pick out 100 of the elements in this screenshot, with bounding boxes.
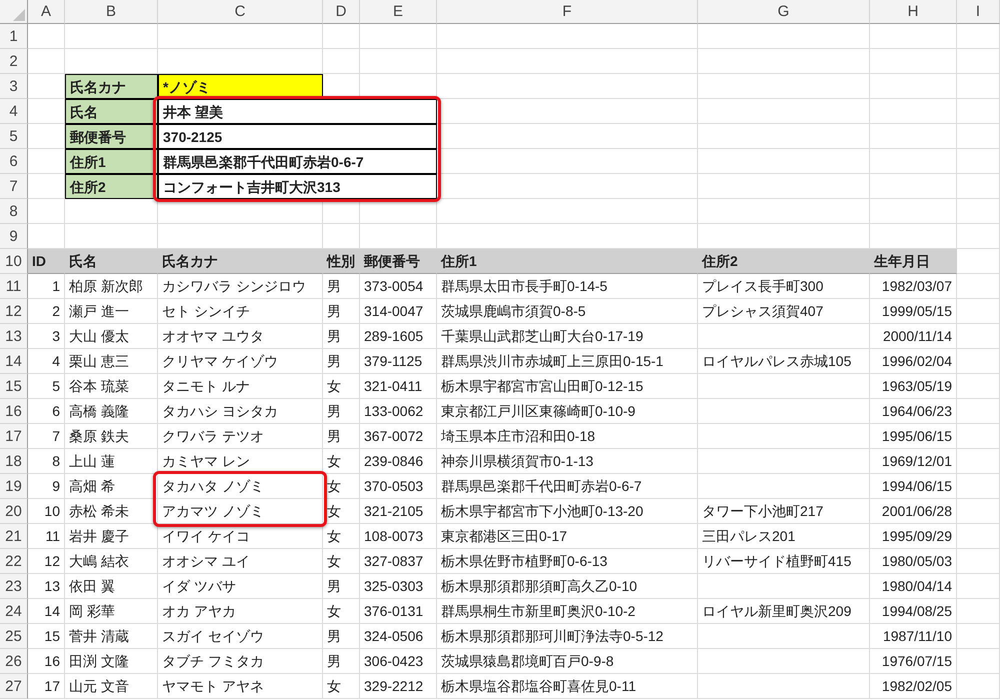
empty-cell[interactable] xyxy=(957,599,1000,624)
table-cell[interactable]: 321-0411 xyxy=(360,374,437,399)
empty-cell[interactable] xyxy=(437,74,698,99)
table-cell[interactable]: 133-0062 xyxy=(360,399,437,424)
row-header[interactable]: 16 xyxy=(0,399,28,424)
table-cell[interactable]: 1964/06/23 xyxy=(870,399,957,424)
table-cell[interactable]: 327-0837 xyxy=(360,549,437,574)
empty-cell[interactable] xyxy=(957,674,1000,699)
row-header[interactable]: 11 xyxy=(0,274,28,299)
table-cell[interactable]: 男 xyxy=(323,624,360,649)
empty-cell[interactable] xyxy=(437,49,698,74)
table-cell[interactable]: 男 xyxy=(323,399,360,424)
column-header[interactable]: H xyxy=(870,0,957,24)
table-cell[interactable]: 女 xyxy=(323,524,360,549)
table-cell[interactable]: 栃木県宇都宮市下小池町0-13-20 xyxy=(437,499,698,524)
empty-cell[interactable] xyxy=(870,174,957,199)
table-cell[interactable]: 三田パレス201 xyxy=(698,524,870,549)
empty-cell[interactable] xyxy=(698,174,870,199)
table-cell[interactable]: 324-0506 xyxy=(360,624,437,649)
table-cell[interactable]: クリヤマ ケイゾウ xyxy=(158,349,323,374)
empty-cell[interactable] xyxy=(957,549,1000,574)
table-cell[interactable]: 瀬戸 進一 xyxy=(65,299,158,324)
empty-cell[interactable] xyxy=(957,624,1000,649)
table-cell[interactable]: ロイヤルパレス赤城105 xyxy=(698,349,870,374)
table-cell[interactable]: カミヤマ レン xyxy=(158,449,323,474)
table-cell[interactable]: 11 xyxy=(28,524,65,549)
table-cell[interactable]: 千葉県山武郡芝山町大台0-17-19 xyxy=(437,324,698,349)
table-cell[interactable]: 1995/06/15 xyxy=(870,424,957,449)
table-cell[interactable]: 男 xyxy=(323,574,360,599)
table-cell[interactable]: 321-2105 xyxy=(360,499,437,524)
table-cell[interactable]: 女 xyxy=(323,499,360,524)
table-cell[interactable]: 370-0503 xyxy=(360,474,437,499)
table-cell[interactable]: 7 xyxy=(28,424,65,449)
table-cell[interactable]: オオヤマ ユウタ xyxy=(158,324,323,349)
table-cell[interactable]: 4 xyxy=(28,349,65,374)
table-cell[interactable]: 女 xyxy=(323,474,360,499)
table-cell[interactable]: プレシャス須賀407 xyxy=(698,299,870,324)
row-header[interactable]: 23 xyxy=(0,574,28,599)
empty-cell[interactable] xyxy=(957,349,1000,374)
empty-cell[interactable] xyxy=(698,124,870,149)
table-cell[interactable]: 239-0846 xyxy=(360,449,437,474)
empty-cell[interactable] xyxy=(698,49,870,74)
table-cell[interactable]: 10 xyxy=(28,499,65,524)
select-all-icon[interactable] xyxy=(13,9,25,21)
row-header[interactable]: 24 xyxy=(0,599,28,624)
empty-cell[interactable] xyxy=(437,199,698,224)
table-cell[interactable]: 女 xyxy=(323,549,360,574)
table-cell[interactable]: アカマツ ノゾミ xyxy=(158,499,323,524)
empty-cell[interactable] xyxy=(957,124,1000,149)
table-cell[interactable]: 茨城県猿島郡境町百戸0-9-8 xyxy=(437,649,698,674)
table-cell[interactable]: 379-1125 xyxy=(360,349,437,374)
table-cell[interactable]: 1995/09/29 xyxy=(870,524,957,549)
table-cell[interactable]: ロイヤル新里町奥沢209 xyxy=(698,599,870,624)
row-header[interactable]: 18 xyxy=(0,449,28,474)
table-cell[interactable]: 14 xyxy=(28,599,65,624)
table-cell[interactable]: 325-0303 xyxy=(360,574,437,599)
table-cell[interactable]: 男 xyxy=(323,324,360,349)
row-header[interactable]: 14 xyxy=(0,349,28,374)
table-cell[interactable]: 群馬県渋川市赤城町上三原田0-15-1 xyxy=(437,349,698,374)
table-cell[interactable]: 1996/02/04 xyxy=(870,349,957,374)
table-cell[interactable]: 1969/12/01 xyxy=(870,449,957,474)
table-cell[interactable]: 山元 文音 xyxy=(65,674,158,699)
table-cell[interactable]: 17 xyxy=(28,674,65,699)
column-header[interactable]: E xyxy=(360,0,437,24)
table-cell[interactable]: 大山 優太 xyxy=(65,324,158,349)
empty-cell[interactable] xyxy=(698,374,870,399)
table-cell[interactable]: 上山 蓮 xyxy=(65,449,158,474)
table-cell[interactable]: 女 xyxy=(323,599,360,624)
empty-cell[interactable] xyxy=(957,149,1000,174)
table-cell[interactable]: 群馬県太田市長手町0-14-5 xyxy=(437,274,698,299)
table-cell[interactable]: 神奈川県横須賀市0-1-13 xyxy=(437,449,698,474)
table-cell[interactable]: 栃木県宇都宮市宮山田町0-12-15 xyxy=(437,374,698,399)
empty-cell[interactable] xyxy=(957,574,1000,599)
table-cell[interactable]: 桑原 鉄夫 xyxy=(65,424,158,449)
row-header[interactable]: 12 xyxy=(0,299,28,324)
table-cell[interactable]: 茨城県鹿嶋市須賀0-8-5 xyxy=(437,299,698,324)
empty-cell[interactable] xyxy=(698,574,870,599)
table-cell[interactable]: 9 xyxy=(28,474,65,499)
empty-cell[interactable] xyxy=(957,374,1000,399)
empty-cell[interactable] xyxy=(957,99,1000,124)
empty-cell[interactable] xyxy=(870,74,957,99)
table-cell[interactable]: 6 xyxy=(28,399,65,424)
column-header[interactable]: D xyxy=(323,0,360,24)
empty-cell[interactable] xyxy=(870,199,957,224)
table-cell[interactable]: ヤマモト アヤネ xyxy=(158,674,323,699)
empty-cell[interactable] xyxy=(870,124,957,149)
empty-cell[interactable] xyxy=(957,199,1000,224)
row-header[interactable]: 27 xyxy=(0,674,28,699)
table-cell[interactable]: 1976/07/15 xyxy=(870,649,957,674)
table-cell[interactable]: リバーサイド植野町415 xyxy=(698,549,870,574)
table-cell[interactable]: 東京都江戸川区東篠崎町0-10-9 xyxy=(437,399,698,424)
table-cell[interactable]: 2 xyxy=(28,299,65,324)
empty-cell[interactable] xyxy=(698,674,870,699)
table-cell[interactable]: 岩井 慶子 xyxy=(65,524,158,549)
table-cell[interactable]: タカハシ ヨシタカ xyxy=(158,399,323,424)
table-cell[interactable]: 栗山 恵三 xyxy=(65,349,158,374)
table-cell[interactable]: タブチ フミタカ xyxy=(158,649,323,674)
table-cell[interactable]: 1994/06/15 xyxy=(870,474,957,499)
column-header[interactable]: I xyxy=(957,0,1000,24)
row-header[interactable]: 13 xyxy=(0,324,28,349)
